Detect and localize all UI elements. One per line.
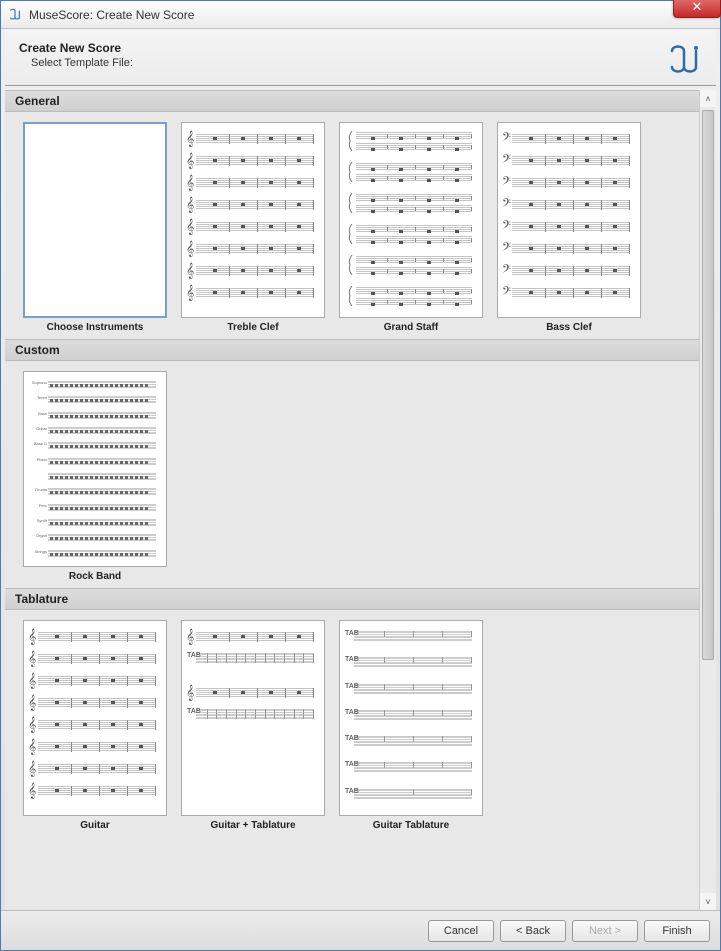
titlebar: MuseScore: Create New Score ✕ (1, 1, 720, 29)
template-thumbnail (23, 122, 167, 318)
close-button[interactable]: ✕ (673, 0, 721, 18)
template-thumbnail: 𝄞𝄞𝄞𝄞𝄞𝄞𝄞𝄞 (181, 122, 325, 318)
template-label: Grand Staff (384, 318, 438, 333)
next-button[interactable]: Next > (572, 920, 638, 942)
template-item[interactable]: 𝄞TAB𝄞TAB Guitar + Tablature (181, 620, 325, 831)
template-thumbnail: 𝄞TAB𝄞TAB (181, 620, 325, 816)
musescore-logo-icon (666, 41, 702, 77)
page-subtitle: Select Template File: (19, 57, 133, 69)
template-item[interactable]: TABTABTABTABTABTABTAB Guitar Tablature (339, 620, 483, 831)
category-header: General (5, 90, 699, 112)
wizard-footer: Cancel < Back Next > Finish (1, 910, 720, 950)
template-thumbnail: 𝄞𝄞𝄞𝄞𝄞𝄞𝄞𝄞 (23, 620, 167, 816)
template-item[interactable]: 𝄞𝄞𝄞𝄞𝄞𝄞𝄞𝄞 Treble Clef (181, 122, 325, 333)
cancel-button[interactable]: Cancel (428, 920, 494, 942)
finish-button[interactable]: Finish (644, 920, 710, 942)
template-item[interactable]: 𝄢𝄢𝄢𝄢𝄢𝄢𝄢𝄢 Bass Clef (497, 122, 641, 333)
app-icon (7, 7, 23, 23)
template-thumbnail (339, 122, 483, 318)
page-title: Create New Score (19, 41, 133, 55)
header-text: Create New Score Select Template File: (19, 41, 133, 69)
category-header: Custom (5, 339, 699, 361)
template-label: Guitar Tablature (373, 816, 450, 831)
template-label: Treble Clef (227, 318, 278, 333)
template-label: Rock Band (69, 567, 121, 582)
dialog-window: MuseScore: Create New Score ✕ Create New… (0, 0, 721, 951)
template-row: 𝄞𝄞𝄞𝄞𝄞𝄞𝄞𝄞 Guitar𝄞TAB𝄞TAB Guitar + Tablatu… (5, 610, 699, 837)
template-item[interactable]: Grand Staff (339, 122, 483, 333)
template-label: Guitar + Tablature (210, 816, 295, 831)
scrollbar-track[interactable] (700, 107, 716, 893)
category-header: Tablature (5, 588, 699, 610)
vertical-scrollbar[interactable]: ˄ ˅ (699, 90, 716, 910)
scroll-down-arrow-icon[interactable]: ˅ (700, 893, 716, 910)
template-label: Guitar (80, 816, 109, 831)
back-button[interactable]: < Back (500, 920, 566, 942)
template-item[interactable]: 𝄞𝄞𝄞𝄞𝄞𝄞𝄞𝄞 Guitar (23, 620, 167, 831)
template-label: Bass Clef (546, 318, 592, 333)
content-area: General Choose Instruments 𝄞𝄞𝄞𝄞𝄞𝄞𝄞𝄞 Trebl… (5, 90, 716, 910)
template-item[interactable]: SopranoTenorBassGuitarBass GPianoDrumsPe… (23, 371, 167, 582)
template-thumbnail: 𝄢𝄢𝄢𝄢𝄢𝄢𝄢𝄢 (497, 122, 641, 318)
template-list: General Choose Instruments 𝄞𝄞𝄞𝄞𝄞𝄞𝄞𝄞 Trebl… (5, 90, 699, 910)
window-title: MuseScore: Create New Score (29, 8, 194, 22)
scrollbar-thumb[interactable] (702, 110, 714, 660)
scroll-up-arrow-icon[interactable]: ˄ (700, 90, 716, 107)
template-thumbnail: SopranoTenorBassGuitarBass GPianoDrumsPe… (23, 371, 167, 567)
template-thumbnail: TABTABTABTABTABTABTAB (339, 620, 483, 816)
wizard-header: Create New Score Select Template File: (5, 29, 716, 86)
template-item[interactable]: Choose Instruments (23, 122, 167, 333)
template-label: Choose Instruments (47, 318, 144, 333)
template-row: SopranoTenorBassGuitarBass GPianoDrumsPe… (5, 361, 699, 588)
template-row: Choose Instruments 𝄞𝄞𝄞𝄞𝄞𝄞𝄞𝄞 Treble Clef G… (5, 112, 699, 339)
close-icon: ✕ (692, 0, 703, 15)
